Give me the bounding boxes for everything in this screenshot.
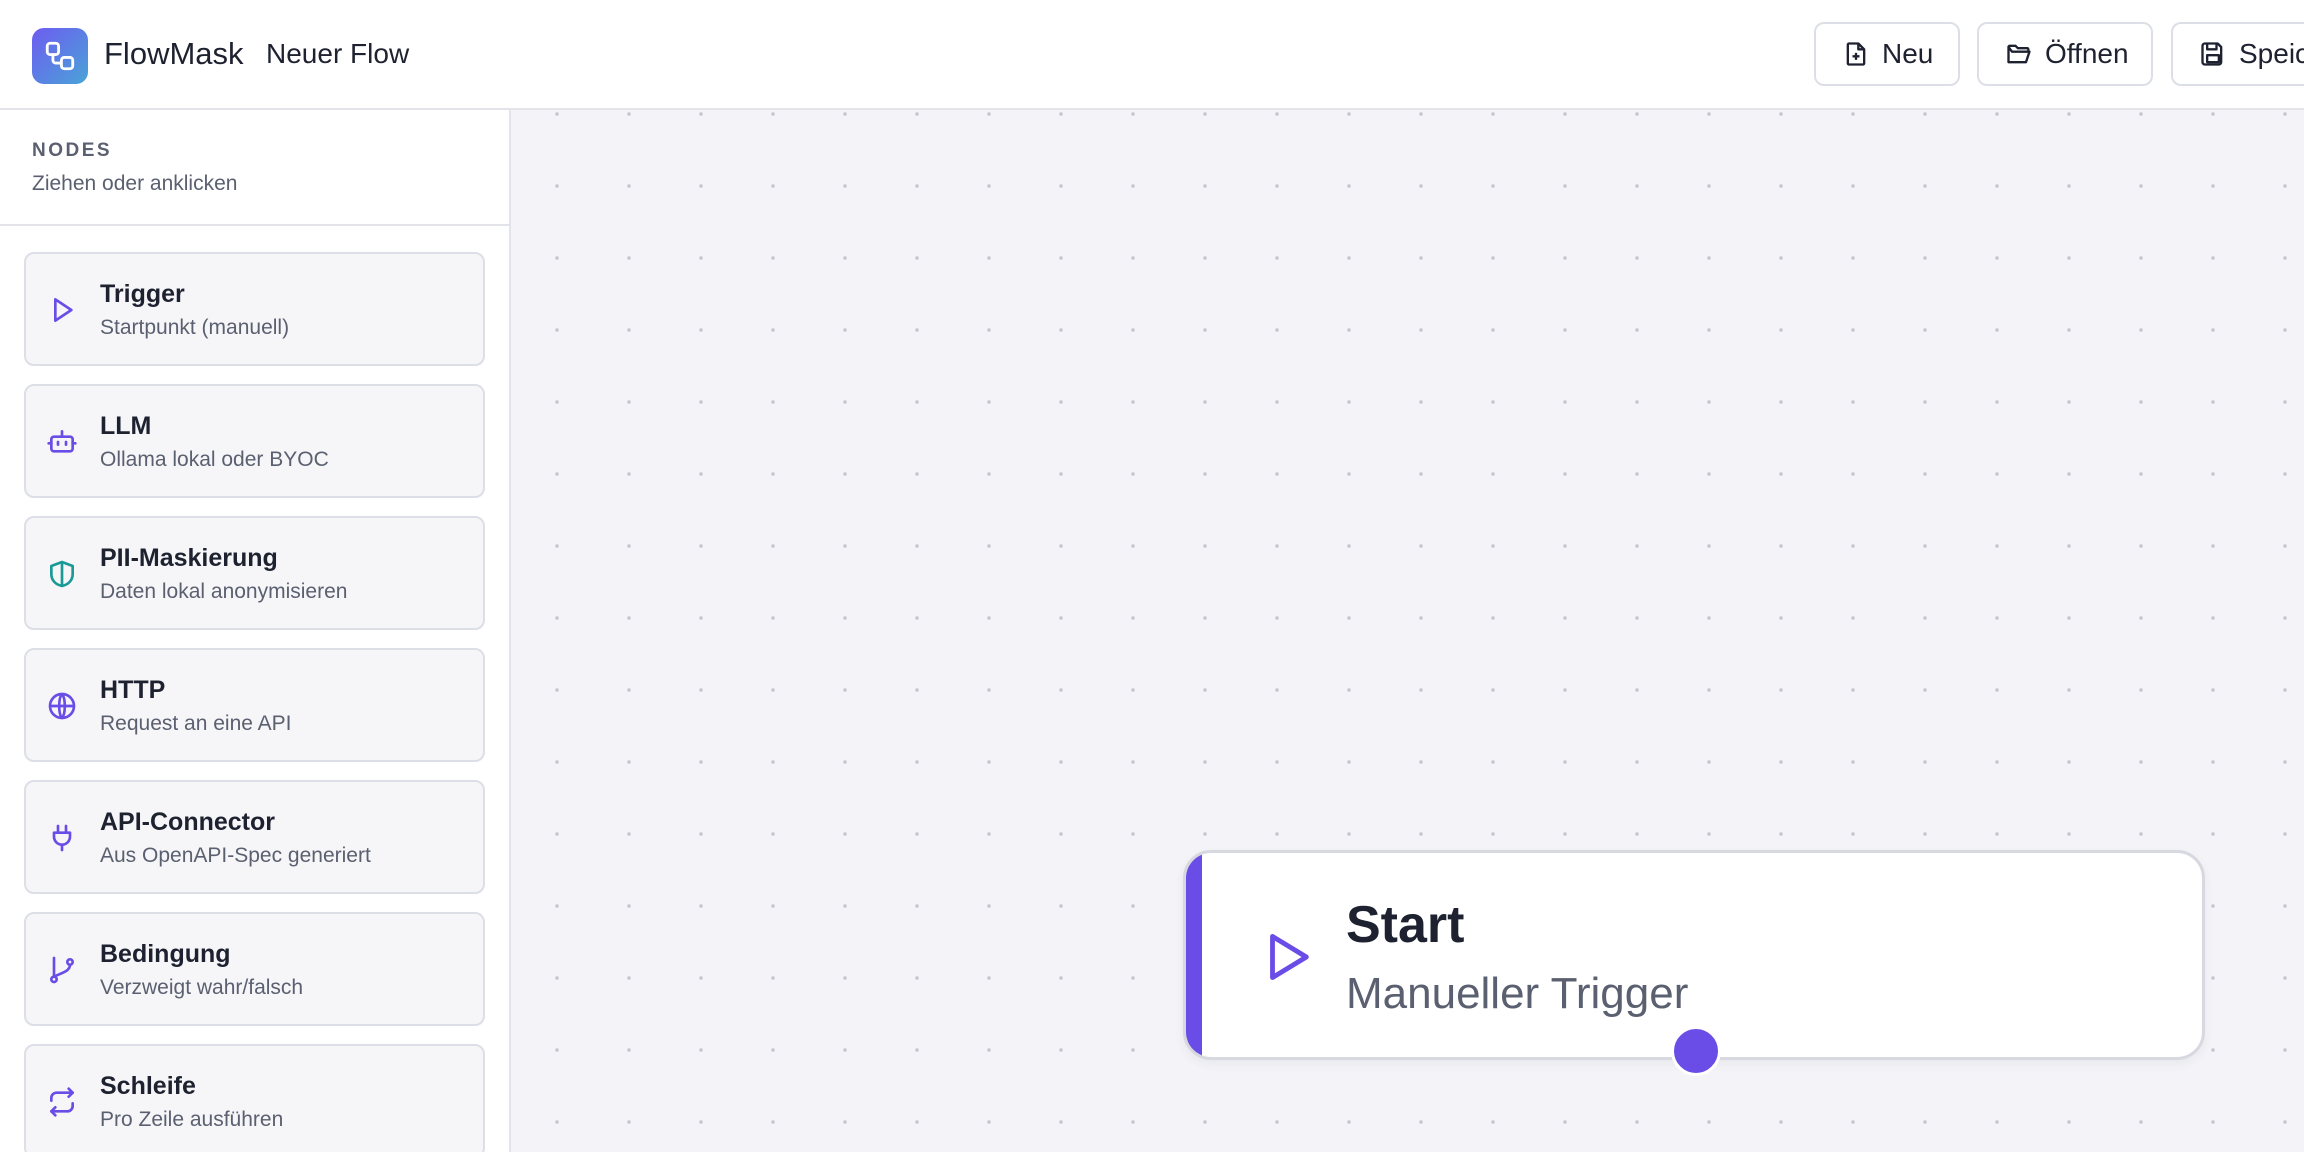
node-item-desc: Aus OpenAPI-Spec generiert xyxy=(100,844,371,867)
node-list: Trigger Startpunkt (manuell) LLM Ollama … xyxy=(0,226,509,1152)
start-node-subtitle: Manueller Trigger xyxy=(1346,969,1689,1018)
start-node-title: Start xyxy=(1346,896,1465,954)
node-item-api-connector[interactable]: API-Connector Aus OpenAPI-Spec generiert xyxy=(24,780,485,894)
node-item-desc: Pro Zeile ausführen xyxy=(100,1108,284,1131)
logo-icon xyxy=(45,41,75,71)
node-item-title: PII-Maskierung xyxy=(100,544,278,572)
folder-open-icon xyxy=(2007,44,2031,64)
save-button-label: Speic xyxy=(2239,38,2304,69)
play-icon xyxy=(53,298,73,322)
node-item-title: HTTP xyxy=(100,676,166,704)
sidebar-title: NODES xyxy=(32,140,113,161)
new-button[interactable]: Neu xyxy=(1814,22,1960,86)
save-icon xyxy=(2201,42,2223,66)
shield-icon xyxy=(50,560,74,588)
node-item-desc: Request an eine API xyxy=(100,712,292,735)
node-item-desc: Ollama lokal oder BYOC xyxy=(100,448,329,471)
node-item-desc: Verzweigt wahr/falsch xyxy=(100,976,304,999)
node-item-title: LLM xyxy=(100,412,152,440)
node-item-pii-masking[interactable]: PII-Maskierung Daten lokal anonymisieren xyxy=(24,516,485,630)
globe-icon xyxy=(48,692,76,720)
open-button-label: Öffnen xyxy=(2045,38,2129,69)
save-button[interactable]: Speic xyxy=(2171,22,2304,86)
node-item-title: API-Connector xyxy=(100,808,275,836)
branch-icon xyxy=(50,956,74,984)
node-item-title: Schleife xyxy=(100,1072,196,1100)
app-header: FlowMask Neuer Flow Neu Öffnen Speic xyxy=(0,0,2304,110)
sidebar-subtitle: Ziehen oder anklicken xyxy=(32,172,238,195)
plug-icon xyxy=(52,824,72,852)
node-item-http[interactable]: HTTP Request an eine API xyxy=(24,648,485,762)
app-logo xyxy=(32,28,88,84)
node-item-loop[interactable]: Schleife Pro Zeile ausführen xyxy=(24,1044,485,1152)
flow-title[interactable]: Neuer Flow xyxy=(266,38,409,70)
flow-canvas[interactable]: Start Manueller Trigger xyxy=(511,110,2304,1152)
node-palette-sidebar: NODES Ziehen oder anklicken Trigger Star… xyxy=(0,110,511,1152)
node-accent-bar xyxy=(1186,853,1202,1057)
node-item-title: Trigger xyxy=(100,280,185,308)
play-icon xyxy=(1270,934,1309,980)
node-item-title: Bedingung xyxy=(100,940,231,968)
node-item-llm[interactable]: LLM Ollama lokal oder BYOC xyxy=(24,384,485,498)
repeat-icon xyxy=(50,1087,74,1117)
sidebar-header: NODES Ziehen oder anklicken xyxy=(0,110,509,226)
node-item-desc: Daten lokal anonymisieren xyxy=(100,580,348,603)
node-item-desc: Startpunkt (manuell) xyxy=(100,316,290,339)
robot-icon xyxy=(47,430,77,453)
output-handle[interactable] xyxy=(1671,1026,1721,1076)
new-button-label: Neu xyxy=(1882,38,1934,69)
node-item-trigger[interactable]: Trigger Startpunkt (manuell) xyxy=(24,252,485,366)
node-item-condition[interactable]: Bedingung Verzweigt wahr/falsch xyxy=(24,912,485,1026)
new-file-icon xyxy=(1846,42,1866,66)
open-button[interactable]: Öffnen xyxy=(1977,22,2153,86)
brand-name: FlowMask xyxy=(104,36,244,71)
